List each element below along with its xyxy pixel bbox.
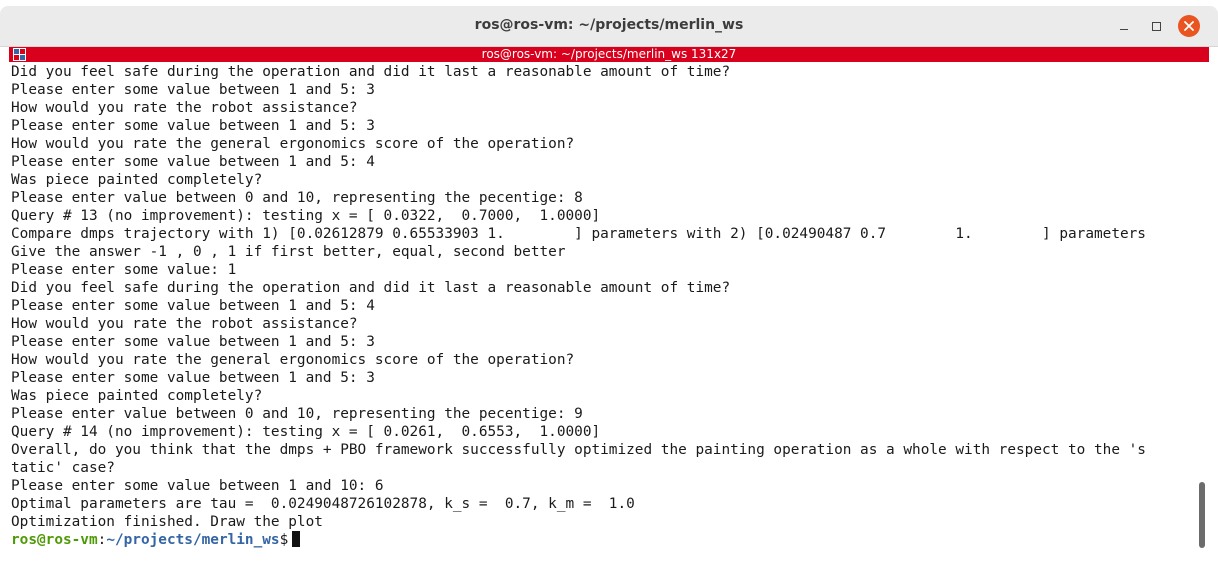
terminal-line: Please enter value between 0 and 10, rep… (11, 406, 583, 422)
terminal-line: How would you rate the robot assistance? (11, 316, 358, 332)
terminal-window: ros@ros-vm: ~/projects/merlin_ws ros@ros… (0, 0, 1218, 563)
terminal-line: tatic' case? (11, 460, 115, 476)
terminal-line: Query # 14 (no improvement): testing x =… (11, 424, 601, 440)
prompt-user-host: ros@ros-vm (11, 532, 98, 548)
terminal-line: Please enter some value between 1 and 5:… (11, 334, 375, 350)
scrollbar[interactable] (1197, 63, 1207, 553)
maximize-icon[interactable] (1145, 15, 1167, 37)
shell-prompt[interactable]: ros@ros-vm:~/projects/merlin_ws$ (11, 531, 1196, 549)
terminal-line: Did you feel safe during the operation a… (11, 64, 731, 80)
terminal-line: Please enter value between 0 and 10, rep… (11, 190, 583, 206)
terminal-line: Please enter some value between 1 and 5:… (11, 82, 375, 98)
scrollbar-thumb[interactable] (1199, 482, 1205, 548)
prompt-symbol: $ (279, 532, 289, 548)
terminal-tab-bar[interactable]: ros@ros-vm: ~/projects/merlin_ws 131x27 (9, 47, 1209, 62)
terminal-line: Overall, do you think that the dmps + PB… (11, 442, 1146, 458)
terminal-line: Give the answer -1 , 0 , 1 if first bett… (11, 244, 566, 260)
terminal-line: Optimization finished. Draw the plot (11, 514, 323, 530)
terminal-line: Compare dmps trajectory with 1) [0.02612… (11, 226, 1146, 242)
terminal-line: Please enter some value between 1 and 10… (11, 478, 384, 494)
prompt-path: ~/projects/merlin_ws (106, 532, 280, 548)
terminal-line: How would you rate the general ergonomic… (11, 136, 575, 152)
text-cursor (292, 531, 301, 547)
terminal-line: Please enter some value: 1 (11, 262, 237, 278)
terminal-line: Please enter some value between 1 and 5:… (11, 370, 375, 386)
terminal-line: Query # 13 (no improvement): testing x =… (11, 208, 601, 224)
terminal-line: Please enter some value between 1 and 5:… (11, 118, 375, 134)
terminal-line: Optimal parameters are tau = 0.024904872… (11, 496, 635, 512)
terminal-line: Did you feel safe during the operation a… (11, 280, 731, 296)
close-icon[interactable] (1178, 15, 1200, 37)
terminal-line: Was piece painted completely? (11, 172, 263, 188)
terminal-output[interactable]: Did you feel safe during the operation a… (11, 63, 1196, 553)
terminal-line: How would you rate the robot assistance? (11, 100, 358, 116)
terminal-line: Was piece painted completely? (11, 388, 263, 404)
prompt-separator: : (97, 532, 107, 548)
terminal-line: Please enter some value between 1 and 5:… (11, 154, 375, 170)
terminal-line: How would you rate the general ergonomic… (11, 352, 575, 368)
title-bar[interactable]: ros@ros-vm: ~/projects/merlin_ws (0, 6, 1218, 47)
window-title: ros@ros-vm: ~/projects/merlin_ws (474, 17, 744, 33)
terminal-line: Please enter some value between 1 and 5:… (11, 298, 375, 314)
tab-title: ros@ros-vm: ~/projects/merlin_ws 131x27 (481, 47, 737, 61)
minimize-icon[interactable] (1113, 15, 1135, 37)
